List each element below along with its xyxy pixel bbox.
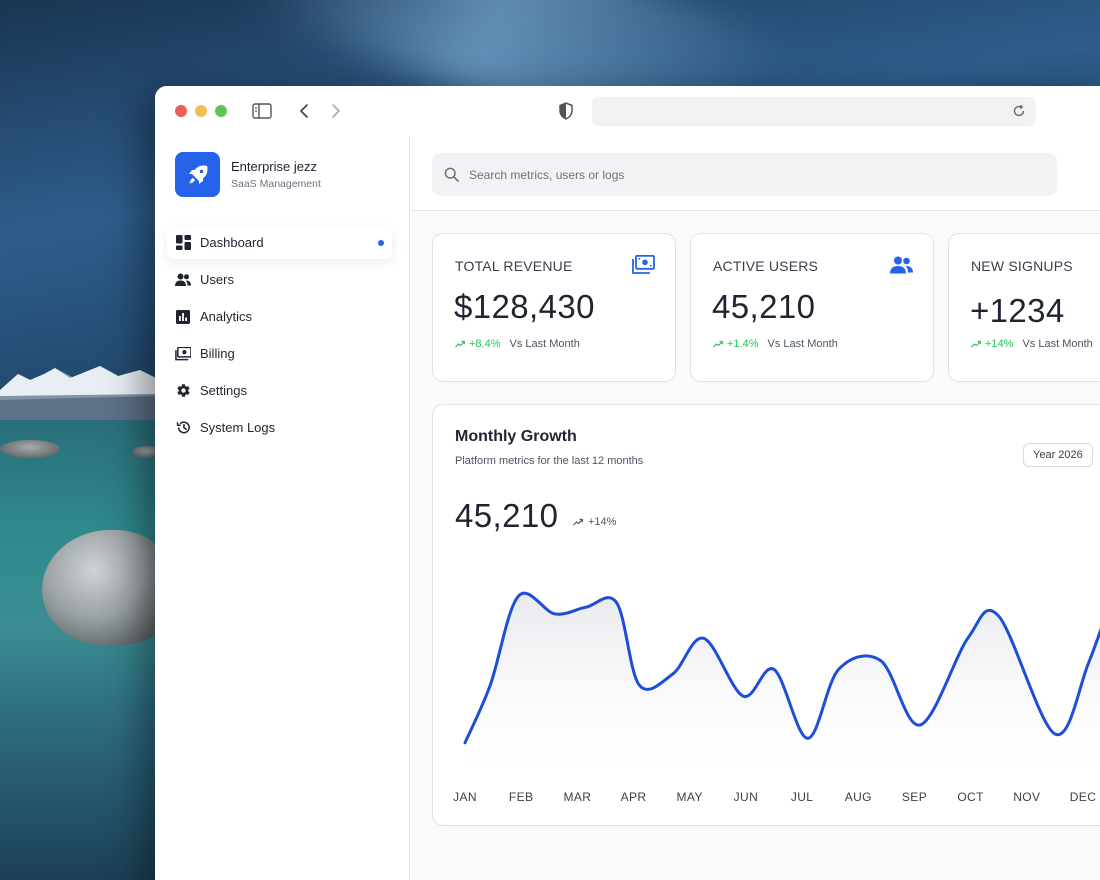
forward-icon[interactable] [324, 99, 348, 123]
browser-window: Enterprise jezz SaaS Management Dashboar… [155, 86, 1100, 880]
boulder [42, 530, 172, 645]
sidebar-item-label: System Logs [200, 420, 276, 435]
x-axis-tick-label: JUN [734, 790, 759, 804]
maximize-window-button[interactable] [215, 105, 227, 117]
x-axis-tick-label: OCT [957, 790, 984, 804]
stat-label: NEW SIGNUPS [971, 258, 1073, 274]
stat-compare: Vs Last Month [767, 338, 838, 350]
stat-card-total-revenue: TOTAL REVENUE $128,430 +8.4% Vs Last Mon… [432, 233, 676, 382]
sidebar-item-billing[interactable]: Billing [167, 337, 392, 370]
brand: Enterprise jezz SaaS Management [175, 152, 321, 197]
history-icon [175, 420, 191, 436]
sidebar-item-label: Analytics [200, 309, 253, 324]
search-input[interactable] [469, 167, 1029, 182]
sidebar: Enterprise jezz SaaS Management Dashboar… [155, 136, 410, 880]
users-icon [175, 272, 191, 288]
sidebar-item-system-logs[interactable]: System Logs [167, 411, 392, 444]
close-window-button[interactable] [175, 105, 187, 117]
lake [0, 420, 160, 880]
stat-card-active-users: ACTIVE USERS 45,210 +1.4% Vs Last Month [690, 233, 934, 382]
x-axis-tick-label: JAN [453, 790, 477, 804]
brand-title: Enterprise jezz [231, 159, 317, 174]
x-axis-tick-label: JUL [791, 790, 814, 804]
x-axis-tick-label: DEC [1070, 790, 1097, 804]
sidebar-item-dashboard[interactable]: Dashboard [167, 226, 392, 259]
money-icon [631, 254, 655, 276]
active-indicator-dot [378, 240, 384, 246]
x-axis-tick-label: APR [621, 790, 647, 804]
sidebar-item-users[interactable]: Users [167, 263, 392, 296]
sidebar-item-analytics[interactable]: Analytics [167, 300, 392, 333]
stat-compare: Vs Last Month [509, 338, 580, 350]
brand-subtitle: SaaS Management [231, 178, 321, 190]
billing-icon [175, 346, 191, 362]
stat-value: 45,210 [712, 288, 816, 325]
search-box[interactable] [432, 153, 1057, 196]
sidebar-toggle-icon[interactable] [250, 99, 274, 123]
stat-change: +8.4% [469, 338, 501, 350]
stat-footer: +8.4% Vs Last Month [455, 338, 580, 350]
stat-card-new-signups: NEW SIGNUPS +1234 +14% Vs Last Month [948, 233, 1100, 382]
users-icon [889, 254, 913, 276]
stat-label: TOTAL REVENUE [455, 258, 573, 274]
trending-up-icon [971, 339, 981, 349]
search-icon [443, 167, 459, 183]
stat-footer: +1.4% Vs Last Month [713, 338, 838, 350]
top-bar [411, 136, 1100, 211]
browser-toolbar [155, 86, 1100, 136]
analytics-icon [175, 309, 191, 325]
rock [0, 440, 60, 458]
address-bar[interactable] [592, 97, 1036, 126]
reload-icon[interactable] [1008, 100, 1030, 122]
gear-icon [175, 383, 191, 399]
monthly-growth-card: Monthly Growth Platform metrics for the … [432, 404, 1100, 826]
rocket-logo-icon [175, 152, 220, 197]
back-icon[interactable] [292, 99, 316, 123]
stat-footer: +14% Vs Last Month [971, 338, 1093, 350]
minimize-window-button[interactable] [195, 105, 207, 117]
main-content: TOTAL REVENUE $128,430 +8.4% Vs Last Mon… [411, 136, 1100, 880]
trending-up-icon [455, 339, 465, 349]
sidebar-item-label: Users [200, 272, 234, 287]
privacy-shield-icon[interactable] [554, 99, 578, 123]
dashboard-icon [175, 235, 191, 251]
monthly-growth-chart: JAN FEB MAR APR MAY JUN JUL AUG SEP OCT NOV DEC [453, 591, 1100, 804]
stat-value: +1234 [970, 292, 1065, 329]
x-axis-tick-label: FEB [509, 790, 534, 804]
stat-label: ACTIVE USERS [713, 258, 819, 274]
sidebar-nav: Dashboard Users Analytics Billing Settin… [167, 226, 392, 448]
x-axis-tick-label: SEP [902, 790, 927, 804]
sidebar-item-label: Settings [200, 383, 247, 398]
x-axis-tick-label: AUG [845, 790, 872, 804]
sidebar-item-label: Billing [200, 346, 235, 361]
stat-compare: Vs Last Month [1022, 338, 1093, 350]
x-axis-tick-label: MAY [677, 790, 703, 804]
trending-up-icon [713, 339, 723, 349]
stat-change: +1.4% [727, 338, 759, 350]
stat-value: $128,430 [454, 288, 595, 325]
x-axis-tick-label: MAR [563, 790, 591, 804]
sidebar-item-label: Dashboard [200, 235, 264, 250]
x-axis-tick-label: NOV [1013, 790, 1040, 804]
stat-change: +14% [985, 338, 1014, 350]
sidebar-item-settings[interactable]: Settings [167, 374, 392, 407]
